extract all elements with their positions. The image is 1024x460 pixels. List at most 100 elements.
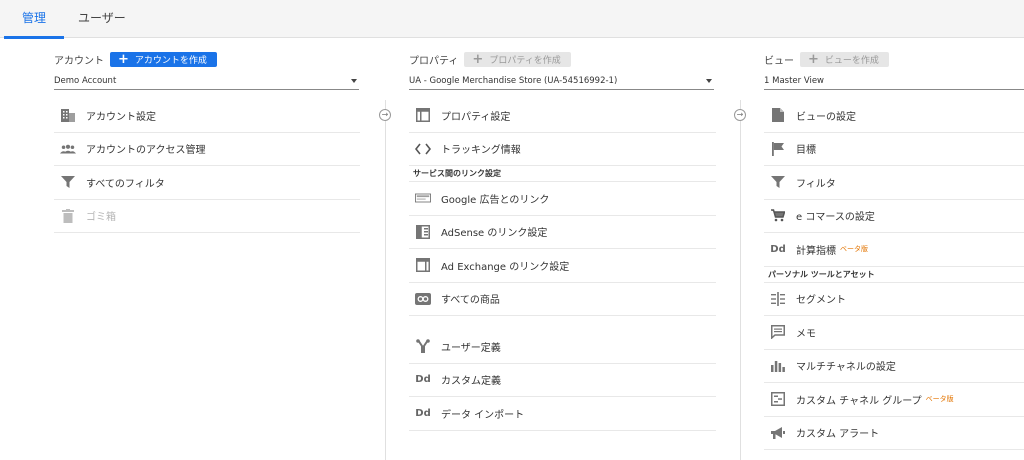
segment-icon [770,291,786,307]
custom-definitions-item[interactable]: Dd カスタム定義 [409,364,716,397]
adexchange-icon [415,257,431,273]
fork-icon [415,338,431,354]
link-icon [415,291,431,307]
goals-item[interactable]: 目標 [764,133,1024,166]
property-label: プロパティ [409,56,459,67]
personal-tools-section: パーソナル ツールとアセット [764,267,1024,283]
cart-icon [770,208,786,224]
dd-icon: Dd [415,374,431,386]
dd-icon: Dd [770,243,786,255]
account-settings-item[interactable]: アカウント設定 [54,99,360,133]
data-import-item[interactable]: Dd データ インポート [409,397,716,431]
trash-item[interactable]: ゴミ箱 [54,200,360,233]
all-filters-item[interactable]: すべてのフィルタ [54,166,360,200]
top-tab-bar: 管理 ユーザー [0,0,1024,39]
view-selected: 1 Master View [764,75,825,86]
item-label: 目標 [796,145,816,157]
beta-badge: ベータ版 [840,245,868,254]
item-label: プロパティ設定 [441,111,511,123]
item-label: Ad Exchange のリンク設定 [441,261,570,273]
tracking-info-item[interactable]: トラッキング情報 [409,133,716,166]
item-label: e コマースの設定 [796,212,875,224]
segments-item[interactable]: セグメント [764,283,1024,316]
comment-icon [770,324,786,340]
plus-icon: + [472,52,484,67]
item-label: ゴミ箱 [86,212,116,224]
plus-icon: + [118,52,129,67]
adsense-icon [415,224,431,240]
arrow-right-icon: → [379,109,391,121]
item-label: すべての商品 [441,295,500,307]
account-label: アカウント [54,56,104,67]
item-label: フィルタ [796,178,836,190]
trash-icon [60,208,76,224]
arrow-right-icon: → [734,109,746,121]
item-label: セグメント [796,295,846,307]
filters-item[interactable]: フィルタ [764,166,1024,200]
plus-icon: + [808,52,819,67]
item-label: データ インポート [441,409,525,421]
account-menu: アカウント設定 アカウントのアクセス管理 すべてのフィルタ ゴミ箱 [54,99,360,233]
code-icon [415,141,431,157]
create-account-button[interactable]: + アカウントを作成 [110,52,217,67]
ad-exchange-link-item[interactable]: Ad Exchange のリンク設定 [409,249,716,283]
property-column: プロパティ + プロパティを作成 UA - Google Merchandise… [409,38,716,460]
filter-icon [770,174,786,190]
create-account-label: アカウントを作成 [134,56,207,66]
calculated-metrics-item[interactable]: Dd 計算指標 ベータ版 [764,233,1024,267]
column-divider [385,100,386,460]
all-products-item[interactable]: すべての商品 [409,283,716,316]
create-view-button[interactable]: + ビューを作成 [800,52,889,67]
view-selector[interactable]: 1 Master View [764,72,1024,90]
item-label: アカウントのアクセス管理 [86,145,206,157]
custom-alerts-item[interactable]: カスタム アラート [764,417,1024,450]
item-label: すべてのフィルタ [86,178,165,190]
item-label: カスタム アラート [796,429,880,441]
barchart-icon [770,358,786,374]
flag-icon [770,141,786,157]
tab-admin[interactable]: 管理 [4,0,65,39]
create-property-button[interactable]: + プロパティを作成 [464,52,571,67]
google-ads-link-item[interactable]: Google 広告とのリンク [409,182,716,216]
create-view-label: ビューを作成 [824,56,879,66]
adsense-link-item[interactable]: AdSense のリンク設定 [409,216,716,249]
view-label: ビュー [764,56,794,67]
annotations-item[interactable]: メモ [764,316,1024,350]
chevron-down-icon [351,78,357,83]
account-selector[interactable]: Demo Account [54,72,359,90]
item-label: アカウント設定 [86,111,156,123]
product-linking-section: サービス間のリンク設定 [409,166,716,182]
beta-badge: ベータ版 [925,395,954,404]
megaphone-icon [770,425,786,441]
item-label: カスタム定義 [441,376,501,388]
dd-icon: Dd [415,407,431,419]
group-icon [770,391,786,407]
item-label: マルチチャネルの設定 [796,362,896,374]
property-selector[interactable]: UA - Google Merchandise Store (UA-545169… [409,72,714,90]
chevron-down-icon [706,78,712,83]
account-selected: Demo Account [54,75,117,86]
property-menu: プロパティ設定 トラッキング情報 サービス間のリンク設定 Google 広告との… [409,99,716,431]
view-column: ビュー + ビューを作成 1 Master View ビューの設定 目標 フィル… [764,38,1024,460]
property-settings-item[interactable]: プロパティ設定 [409,99,716,133]
view-settings-item[interactable]: ビューの設定 [764,99,1024,133]
multichannel-settings-item[interactable]: マルチチャネルの設定 [764,350,1024,383]
item-label: カスタム チャネル グループ [796,395,922,407]
view-menu: ビューの設定 目標 フィルタ e コマースの設定 Dd 計算指標 ベータ版 パー… [764,99,1024,450]
item-label: 計算指標 [796,245,836,257]
people-icon [60,141,76,157]
item-label: Google 広告とのリンク [441,194,550,206]
document-icon [770,107,786,123]
column-divider [740,100,741,460]
tab-users[interactable]: ユーザー [60,0,144,38]
window-icon [415,107,431,123]
account-column: アカウント + アカウントを作成 Demo Account アカウント設定 アカ… [54,38,360,460]
custom-channel-grouping-item[interactable]: カスタム チャネル グループ ベータ版 [764,383,1024,417]
item-label: AdSense のリンク設定 [441,228,548,240]
account-access-item[interactable]: アカウントのアクセス管理 [54,133,360,166]
item-label: トラッキング情報 [441,145,521,157]
user-definitions-item[interactable]: ユーザー定義 [409,330,716,364]
item-label: メモ [796,328,816,340]
ecommerce-settings-item[interactable]: e コマースの設定 [764,200,1024,233]
